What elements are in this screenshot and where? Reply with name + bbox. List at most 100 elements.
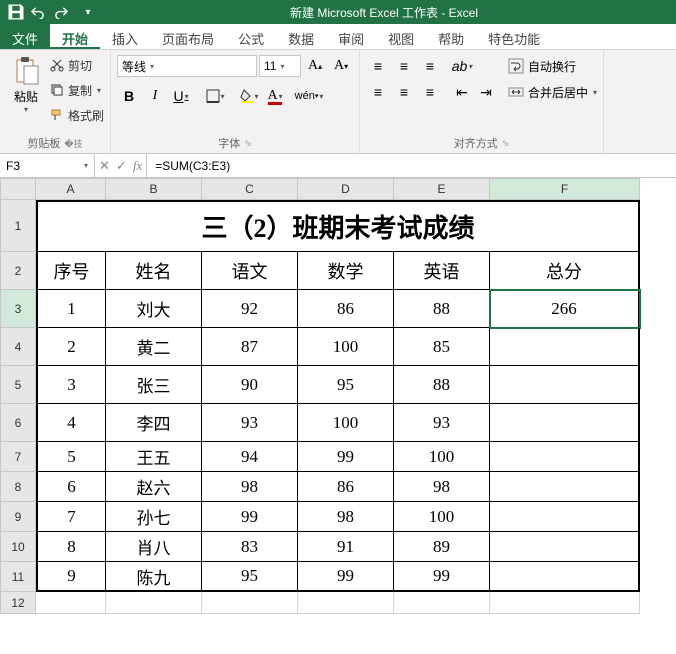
- data-cell[interactable]: 1: [36, 290, 106, 328]
- header-cell[interactable]: 英语: [394, 252, 490, 290]
- data-cell[interactable]: 99: [394, 562, 490, 592]
- row-header-12[interactable]: 12: [0, 592, 36, 614]
- data-cell[interactable]: 赵六: [106, 472, 202, 502]
- data-cell[interactable]: 88: [394, 290, 490, 328]
- data-cell[interactable]: 陈九: [106, 562, 202, 592]
- data-cell[interactable]: 95: [298, 366, 394, 404]
- increase-indent-icon[interactable]: ⇥: [474, 80, 498, 104]
- col-header-B[interactable]: B: [106, 178, 202, 200]
- data-cell[interactable]: [490, 404, 640, 442]
- title-cell[interactable]: 三（2）班期末考试成绩: [36, 200, 640, 252]
- data-cell[interactable]: 100: [394, 502, 490, 532]
- data-cell[interactable]: 93: [202, 404, 298, 442]
- font-family-combo[interactable]: 等线▾: [117, 55, 257, 77]
- data-cell[interactable]: 4: [36, 404, 106, 442]
- italic-button[interactable]: I: [143, 84, 167, 108]
- empty-cell[interactable]: [490, 592, 640, 614]
- header-cell[interactable]: 总分: [490, 252, 640, 290]
- row-header-11[interactable]: 11: [0, 562, 36, 592]
- row-header-1[interactable]: 1: [0, 200, 36, 252]
- name-box[interactable]: F3▾: [0, 154, 95, 177]
- data-cell[interactable]: 89: [394, 532, 490, 562]
- data-cell[interactable]: 肖八: [106, 532, 202, 562]
- data-cell[interactable]: [490, 532, 640, 562]
- data-cell[interactable]: 86: [298, 290, 394, 328]
- tab-home[interactable]: 开始: [50, 24, 100, 49]
- data-cell[interactable]: [490, 442, 640, 472]
- data-cell[interactable]: 黄二: [106, 328, 202, 366]
- data-cell[interactable]: 99: [202, 502, 298, 532]
- underline-button[interactable]: U: [169, 84, 193, 108]
- data-cell[interactable]: 93: [394, 404, 490, 442]
- row-header-5[interactable]: 5: [0, 366, 36, 404]
- qat-customize-icon[interactable]: ▾: [78, 2, 98, 22]
- tab-help[interactable]: 帮助: [426, 24, 476, 49]
- align-bottom-icon[interactable]: ≡: [418, 54, 442, 78]
- increase-font-icon[interactable]: A▴: [303, 54, 327, 78]
- tab-layout[interactable]: 页面布局: [150, 24, 226, 49]
- data-cell[interactable]: 98: [298, 502, 394, 532]
- col-header-F[interactable]: F: [490, 178, 640, 200]
- data-cell[interactable]: 3: [36, 366, 106, 404]
- row-header-2[interactable]: 2: [0, 252, 36, 290]
- data-cell[interactable]: 83: [202, 532, 298, 562]
- clipboard-launcher-icon[interactable]: �技: [64, 137, 82, 150]
- empty-cell[interactable]: [36, 592, 106, 614]
- col-header-A[interactable]: A: [36, 178, 106, 200]
- data-cell[interactable]: 99: [298, 562, 394, 592]
- row-header-10[interactable]: 10: [0, 532, 36, 562]
- decrease-font-icon[interactable]: A▾: [329, 54, 353, 78]
- align-top-icon[interactable]: ≡: [366, 54, 390, 78]
- row-header-9[interactable]: 9: [0, 502, 36, 532]
- data-cell[interactable]: 孙七: [106, 502, 202, 532]
- border-button[interactable]: [203, 84, 227, 108]
- data-cell[interactable]: 87: [202, 328, 298, 366]
- selected-cell[interactable]: 266: [490, 290, 640, 328]
- tab-file[interactable]: 文件: [0, 24, 50, 49]
- data-cell[interactable]: [490, 366, 640, 404]
- font-size-combo[interactable]: 11▾: [259, 55, 301, 77]
- empty-cell[interactable]: [106, 592, 202, 614]
- header-cell[interactable]: 数学: [298, 252, 394, 290]
- data-cell[interactable]: 98: [202, 472, 298, 502]
- font-launcher-icon[interactable]: ⬂: [244, 138, 252, 149]
- row-header-6[interactable]: 6: [0, 404, 36, 442]
- empty-cell[interactable]: [202, 592, 298, 614]
- align-left-icon[interactable]: ≡: [366, 80, 390, 104]
- fx-icon[interactable]: fx: [133, 158, 142, 174]
- data-cell[interactable]: 李四: [106, 404, 202, 442]
- data-cell[interactable]: 2: [36, 328, 106, 366]
- align-right-icon[interactable]: ≡: [418, 80, 442, 104]
- data-cell[interactable]: 91: [298, 532, 394, 562]
- align-middle-icon[interactable]: ≡: [392, 54, 416, 78]
- col-header-E[interactable]: E: [394, 178, 490, 200]
- row-header-8[interactable]: 8: [0, 472, 36, 502]
- select-all-corner[interactable]: [0, 178, 36, 200]
- cancel-formula-icon[interactable]: ✕: [99, 158, 110, 174]
- formula-bar[interactable]: =SUM(C3:E3): [147, 154, 676, 177]
- tab-data[interactable]: 数据: [276, 24, 326, 49]
- tab-review[interactable]: 审阅: [326, 24, 376, 49]
- cut-button[interactable]: 剪切: [50, 54, 104, 76]
- data-cell[interactable]: 5: [36, 442, 106, 472]
- header-cell[interactable]: 姓名: [106, 252, 202, 290]
- orientation-icon[interactable]: ab: [450, 54, 474, 78]
- data-cell[interactable]: 85: [394, 328, 490, 366]
- bold-button[interactable]: B: [117, 84, 141, 108]
- row-header-4[interactable]: 4: [0, 328, 36, 366]
- data-cell[interactable]: 92: [202, 290, 298, 328]
- data-cell[interactable]: 8: [36, 532, 106, 562]
- paste-button[interactable]: 粘贴 ▾: [6, 54, 46, 116]
- data-cell[interactable]: 88: [394, 366, 490, 404]
- data-cell[interactable]: 9: [36, 562, 106, 592]
- decrease-indent-icon[interactable]: ⇤: [450, 80, 474, 104]
- redo-icon[interactable]: [54, 2, 74, 22]
- format-painter-button[interactable]: 格式刷: [50, 104, 104, 126]
- data-cell[interactable]: 100: [394, 442, 490, 472]
- data-cell[interactable]: 100: [298, 404, 394, 442]
- data-cell[interactable]: 6: [36, 472, 106, 502]
- undo-icon[interactable]: [30, 2, 50, 22]
- header-cell[interactable]: 序号: [36, 252, 106, 290]
- tab-view[interactable]: 视图: [376, 24, 426, 49]
- save-icon[interactable]: [6, 2, 26, 22]
